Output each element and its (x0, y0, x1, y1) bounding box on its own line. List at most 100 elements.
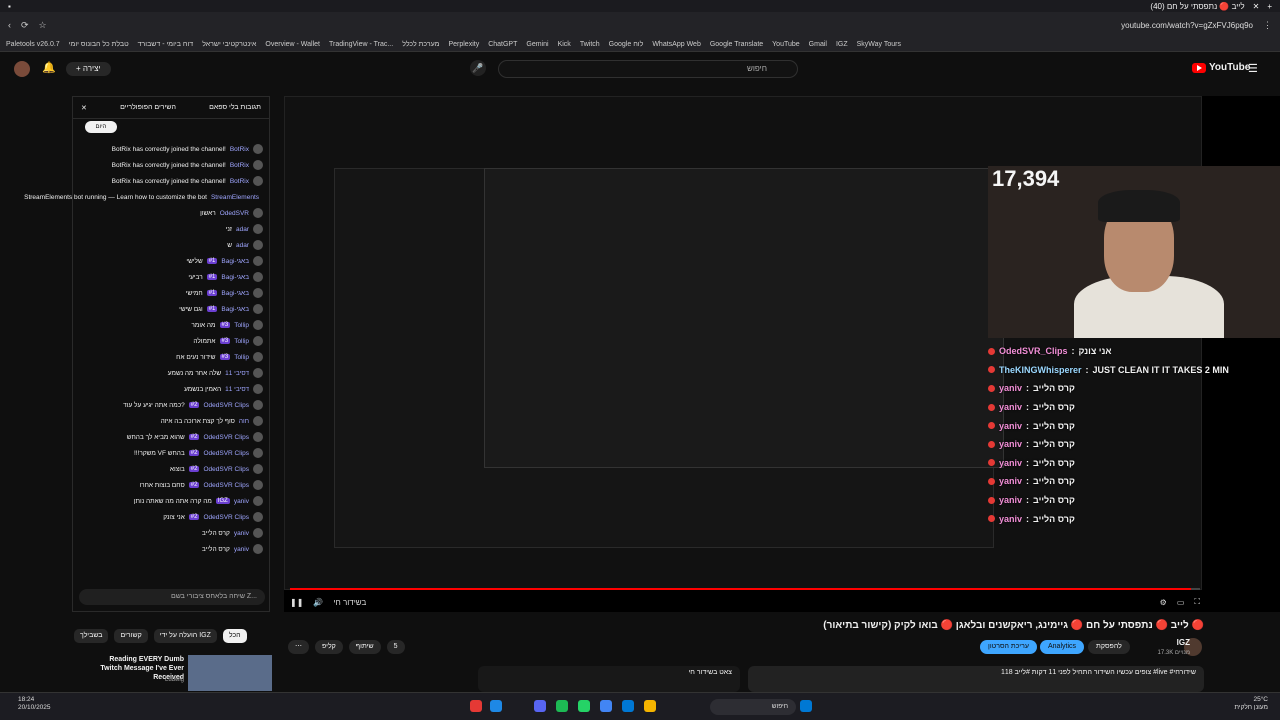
chat-filter-chip[interactable]: היום (85, 121, 117, 133)
bookmark-item[interactable]: אינטרקטיבי ישראל (202, 41, 256, 48)
mic-icon[interactable]: 🎤 (470, 60, 486, 76)
chat-author-avatar[interactable] (253, 528, 263, 538)
subscribe-button[interactable]: להפסקת (1088, 640, 1130, 654)
bookmark-item[interactable]: YouTube (772, 41, 800, 48)
clip-button[interactable]: קליפ (315, 640, 343, 654)
chat-author[interactable]: דסיבי 11 (225, 370, 249, 377)
bookmark-item[interactable]: Gemini (526, 41, 548, 48)
chat-author[interactable]: חוה (239, 418, 249, 425)
file-explorer-icon[interactable] (644, 700, 656, 712)
recommended-video[interactable]: Reading EVERY Dumb Twitch Message I've E… (72, 653, 272, 693)
pause-icon[interactable]: ❚❚ (290, 598, 303, 607)
store-icon[interactable] (622, 700, 634, 712)
chat-author[interactable]: OdedSVR Clips (203, 466, 249, 473)
chat-author[interactable]: OdedSVR Clips (203, 434, 249, 441)
chat-author-avatar[interactable] (253, 256, 263, 266)
more-actions-button[interactable]: ⋯ (288, 640, 309, 654)
chat-title[interactable]: תגובות בלי ספאם (209, 104, 261, 111)
app-icon-2[interactable] (490, 700, 502, 712)
extensions-icon[interactable]: ⋮ (1263, 20, 1272, 31)
new-tab-icon[interactable]: + (1267, 2, 1272, 11)
hamburger-menu-icon[interactable]: ☰ (1248, 62, 1258, 75)
bookmark-item[interactable]: טבלת כל הבונוס יומי (69, 41, 129, 48)
chat-author[interactable]: דסיבי 11 (225, 386, 249, 393)
chat-author-avatar[interactable] (253, 416, 263, 426)
chat-author[interactable]: Bagi-באגי (221, 274, 249, 281)
chat-author[interactable]: yaniv (234, 546, 249, 553)
chat-author-avatar[interactable] (253, 480, 263, 490)
chat-author[interactable]: yaniv (234, 498, 249, 505)
chat-author-avatar[interactable] (253, 512, 263, 522)
chat-author[interactable]: adar (236, 242, 249, 249)
chat-author[interactable]: Bagi-באגי (221, 290, 249, 297)
fullscreen-icon[interactable]: ⛶ (1194, 597, 1200, 607)
chat-author[interactable]: Bagi-באגי (221, 258, 249, 265)
browser-tab[interactable]: לייב 🔴 נתפסתי על חם (40) (1150, 2, 1244, 11)
chat-input[interactable]: שיחה בלאחס ציבורי בשם Z... (79, 589, 265, 605)
chat-author[interactable]: BotRix (230, 178, 249, 185)
chat-author[interactable]: OdedSVR Clips (203, 514, 249, 521)
chat-author[interactable]: Tollip (234, 354, 249, 361)
bookmark-item[interactable]: WhatsApp Web (652, 41, 701, 48)
bookmark-item[interactable]: Twitch (580, 41, 600, 48)
chat-author-avatar[interactable] (253, 496, 263, 506)
chat-author-avatar[interactable] (253, 240, 263, 250)
analytics-button[interactable]: Analytics (1040, 640, 1085, 654)
taskbar-clock[interactable]: 18:24 20/10/2025 (18, 696, 58, 712)
spotify-icon[interactable] (556, 700, 568, 712)
volume-icon[interactable]: 🔊 (313, 598, 323, 607)
filter-chip[interactable]: הועלה על ידי IGZ (153, 629, 217, 643)
back-icon[interactable]: ‹ (8, 20, 11, 30)
bookmark-item[interactable]: Paletools v26.0.7 (6, 41, 60, 48)
chat-author-avatar[interactable] (253, 288, 263, 298)
weather-widget[interactable]: 25°C מעונן חלקית (1218, 696, 1268, 712)
filter-chip[interactable]: קשורים (114, 629, 148, 643)
chat-author-avatar[interactable] (253, 224, 263, 234)
chat-author[interactable]: yaniv (234, 530, 249, 537)
chat-author-avatar[interactable] (253, 400, 263, 410)
like-button[interactable]: 5 (386, 640, 405, 654)
bookmark-item[interactable]: Google Translate (710, 41, 763, 48)
bookmark-item[interactable]: Google לוח (609, 41, 644, 48)
chat-author[interactable]: Bagi-באגי (221, 306, 249, 313)
close-tab-icon[interactable]: ✕ (1253, 2, 1260, 11)
chat-author-avatar[interactable] (253, 176, 263, 186)
chat-author[interactable]: OdedSVR Clips (203, 450, 249, 457)
chat-author[interactable]: OdedSVR Clips (203, 482, 249, 489)
channel-name[interactable]: IGZ (1130, 638, 1190, 647)
app-icon-1[interactable] (470, 700, 482, 712)
chat-author-avatar[interactable] (253, 368, 263, 378)
chat-author[interactable]: adar (236, 226, 249, 233)
avatar[interactable] (14, 61, 30, 77)
bookmark-item[interactable]: Kick (558, 41, 571, 48)
chat-author[interactable]: Tollip (234, 338, 249, 345)
chat-author[interactable]: BotRix (230, 146, 249, 153)
chat-author[interactable]: BotRix (230, 162, 249, 169)
bookmark-star-icon[interactable]: ☆ (39, 20, 47, 31)
chat-author-avatar[interactable] (253, 272, 263, 282)
close-chat-icon[interactable]: ✕ (81, 104, 87, 112)
chat-author-avatar[interactable] (253, 144, 263, 154)
chat-author[interactable]: Tollip (234, 322, 249, 329)
video-player[interactable]: 17,394 OdedSVR_Clips: אני צונק TheKINGWhis… (284, 96, 1280, 612)
windows-start-icon[interactable] (800, 700, 812, 712)
chat-mode-label[interactable]: השירים הפופולריים (120, 104, 176, 111)
taskbar-search[interactable]: חיפוש (710, 699, 796, 715)
filter-chip[interactable]: בשבילך (74, 629, 109, 643)
bookmark-item[interactable]: מערכת לכלל (402, 41, 439, 48)
search-input[interactable]: חיפוש (498, 60, 798, 78)
url-field[interactable]: youtube.com/watch?v=gZxFVJ6pq9o (1121, 21, 1253, 30)
filter-chip[interactable]: הכל (222, 629, 247, 643)
reload-icon[interactable]: ⟳ (21, 20, 29, 31)
youtube-logo[interactable]: YouTube (1192, 62, 1250, 73)
notifications-bell-icon[interactable]: 🔔 (42, 61, 56, 74)
recommended-thumbnail[interactable] (188, 655, 272, 691)
chat-author-avatar[interactable] (253, 352, 263, 362)
bookmark-item[interactable]: Overview - Wallet (265, 41, 320, 48)
chat-author-avatar[interactable] (253, 384, 263, 394)
bookmark-item[interactable]: דוח ביומי - דשבורד (138, 41, 194, 48)
chat-author-avatar[interactable] (253, 304, 263, 314)
progress-bar[interactable] (290, 588, 1200, 590)
share-button[interactable]: שיתוף (348, 640, 381, 654)
chat-author[interactable]: StreamElements (211, 194, 259, 201)
